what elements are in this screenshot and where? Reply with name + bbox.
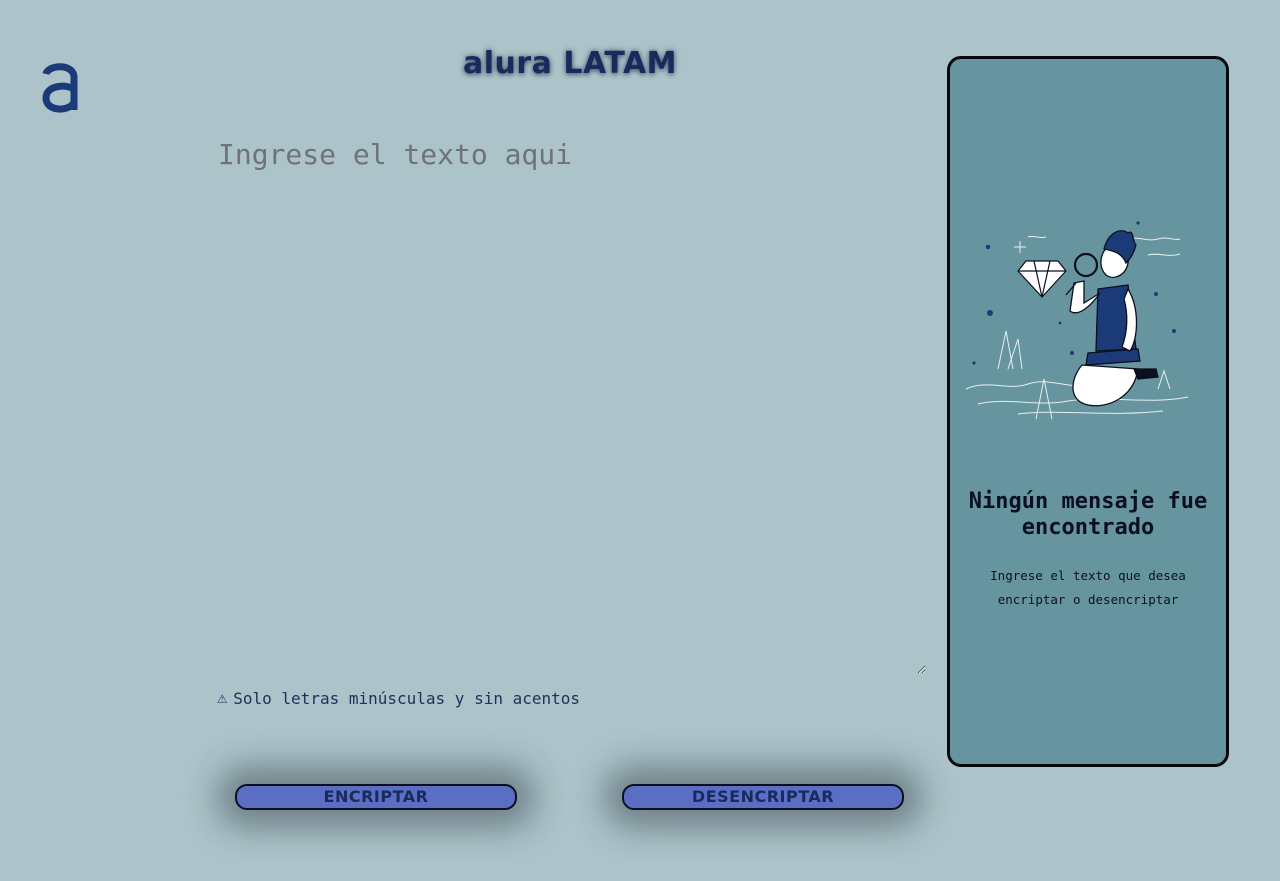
empty-state-title: Ningún mensaje fue encontrado	[968, 489, 1208, 540]
input-warning: ⚠ Solo letras minúsculas y sin acentos	[217, 688, 580, 708]
person-with-magnifier-illustration	[965, 221, 1189, 420]
decrypt-button[interactable]: DESENCRIPTAR	[622, 784, 904, 810]
message-input[interactable]	[210, 130, 926, 674]
empty-state-message: Ingrese el texto que desea encriptar o d…	[990, 568, 1186, 607]
result-panel: Ningún mensaje fue encontrado Ingrese el…	[947, 56, 1229, 767]
warning-text: Solo letras minúsculas y sin acentos	[233, 688, 581, 708]
encrypt-button[interactable]: ENCRIPTAR	[235, 784, 517, 810]
warning-triangle-icon: ⚠	[217, 688, 228, 708]
